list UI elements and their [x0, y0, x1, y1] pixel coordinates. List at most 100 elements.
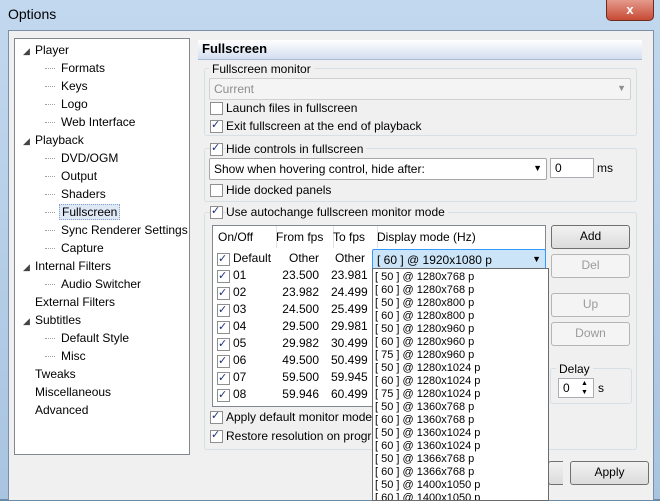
- hide-docked-checkbox[interactable]: [210, 184, 223, 197]
- tree-item-capture[interactable]: Capture: [59, 239, 106, 257]
- tree-item-player[interactable]: ◢ Player: [23, 41, 71, 59]
- row-id: 07: [233, 370, 247, 384]
- col-header-to-fps[interactable]: To fps: [328, 226, 378, 248]
- tree-item-label: Internal Filters: [35, 259, 112, 273]
- up-button[interactable]: Up: [551, 293, 630, 317]
- row-id: 08: [233, 387, 247, 401]
- window-title: Options: [8, 6, 57, 22]
- hide-mode-select[interactable]: Show when hovering control, hide after: …: [209, 158, 547, 180]
- tree-item-label: Advanced: [35, 403, 89, 417]
- tree-item-advanced[interactable]: ▷Advanced: [23, 401, 90, 419]
- page-title: Fullscreen: [202, 41, 268, 56]
- tree-item-fullscreen[interactable]: Fullscreen: [59, 203, 121, 221]
- tree-item-default-style[interactable]: Default Style: [59, 329, 131, 347]
- monitor-select-value: Current: [214, 82, 255, 96]
- dropdown-option[interactable]: [ 60 ] @ 1280x800 p: [375, 310, 474, 322]
- tree-item-shaders[interactable]: Shaders: [59, 185, 108, 203]
- apply-default-checkbox[interactable]: [210, 409, 223, 424]
- dropdown-option[interactable]: [ 60 ] @ 1280x768 p: [375, 284, 474, 296]
- expanded-arrow-icon[interactable]: ◢: [23, 42, 33, 60]
- expanded-arrow-icon[interactable]: ◢: [23, 132, 33, 150]
- dropdown-option[interactable]: [ 50 ] @ 1280x960 p: [375, 323, 474, 335]
- down-button[interactable]: Down: [551, 322, 630, 346]
- dropdown-option[interactable]: [ 75 ] @ 1280x1024 p: [375, 388, 480, 400]
- exit-fullscreen-label: Exit fullscreen at the end of playback: [226, 119, 422, 133]
- expanded-arrow-icon[interactable]: ◢: [23, 312, 33, 330]
- col-header-from-fps[interactable]: From fps: [271, 226, 334, 248]
- delay-input[interactable]: 0 ▲ ▼: [558, 378, 594, 398]
- tree-item-misc[interactable]: Misc: [59, 347, 88, 365]
- row-from: 23.982: [282, 285, 319, 299]
- row-enabled-checkbox[interactable]: [217, 353, 230, 370]
- options-tree[interactable]: ◢ Player Formats Keys Logo Web Interface ◢ Play…: [14, 38, 190, 455]
- autochange-checkbox[interactable]: [210, 204, 223, 219]
- row-enabled-checkbox[interactable]: [217, 370, 230, 387]
- tree-item-output[interactable]: Output: [59, 167, 99, 185]
- row-enabled-checkbox[interactable]: [217, 251, 230, 268]
- tree-item-subtitles[interactable]: ◢ Subtitles: [23, 311, 83, 329]
- del-button[interactable]: Del: [551, 254, 630, 278]
- row-to: 23.981: [331, 268, 368, 282]
- dropdown-option[interactable]: [ 50 ] @ 1400x1050 p: [375, 479, 480, 491]
- add-button[interactable]: Add: [551, 225, 630, 249]
- tree-connector: [45, 86, 55, 87]
- row-to: 60.499: [331, 387, 368, 401]
- dropdown-option[interactable]: [ 50 ] @ 1360x1024 p: [375, 427, 480, 439]
- dropdown-option[interactable]: [ 50 ] @ 1280x800 p: [375, 297, 474, 309]
- dropdown-option[interactable]: [ 60 ] @ 1280x1024 p: [375, 375, 480, 387]
- close-button[interactable]: x: [606, 0, 654, 21]
- tree-item-tweaks[interactable]: ▷Tweaks: [23, 365, 78, 383]
- row-enabled-checkbox[interactable]: [217, 319, 230, 336]
- dropdown-option[interactable]: [ 60 ] @ 1360x1024 p: [375, 440, 480, 452]
- exit-fullscreen-checkbox[interactable]: [210, 118, 223, 133]
- tree-item-dvd-ogm[interactable]: DVD/OGM: [59, 149, 120, 167]
- dropdown-option[interactable]: [ 60 ] @ 1280x960 p: [375, 336, 474, 348]
- tree-item-sync-renderer-settings[interactable]: Sync Renderer Settings: [59, 221, 190, 239]
- tree-item-web-interface[interactable]: Web Interface: [59, 113, 137, 131]
- dropdown-option[interactable]: [ 50 ] @ 1360x768 p: [375, 401, 474, 413]
- row-from: 59.500: [282, 370, 319, 384]
- tree-item-label: Playback: [35, 133, 84, 147]
- spin-arrows-icon[interactable]: ▲ ▼: [581, 379, 588, 397]
- tree-item-audio-switcher[interactable]: Audio Switcher: [59, 275, 143, 293]
- display-mode-dropdown-list[interactable]: [ 50 ] @ 1280x768 p[ 60 ] @ 1280x768 p[ …: [372, 268, 549, 501]
- row-enabled-checkbox[interactable]: [217, 387, 230, 404]
- dropdown-option[interactable]: [ 75 ] @ 1280x960 p: [375, 349, 474, 361]
- launch-fullscreen-checkbox[interactable]: [210, 102, 223, 115]
- hide-controls-checkbox[interactable]: [210, 141, 223, 156]
- ok-button[interactable]: [548, 461, 563, 485]
- tree-item-formats[interactable]: Formats: [59, 59, 107, 77]
- seconds-unit-label: s: [598, 381, 604, 395]
- tree-item-keys[interactable]: Keys: [59, 77, 90, 95]
- tree-item-label: Audio Switcher: [61, 277, 142, 291]
- row-enabled-checkbox[interactable]: [217, 268, 230, 285]
- monitor-select[interactable]: Current ▼: [209, 78, 631, 100]
- col-header-onoff[interactable]: On/Off: [213, 226, 277, 248]
- tree-item-playback[interactable]: ◢ Playback: [23, 131, 86, 149]
- tree-item-external-filters[interactable]: ▷External Filters: [23, 293, 117, 311]
- ms-unit-label: ms: [597, 161, 613, 175]
- dropdown-option[interactable]: [ 60 ] @ 1360x768 p: [375, 414, 474, 426]
- dropdown-option[interactable]: [ 50 ] @ 1366x768 p: [375, 453, 474, 465]
- restore-resolution-checkbox[interactable]: [210, 428, 223, 443]
- dropdown-option[interactable]: [ 50 ] @ 1280x768 p: [375, 271, 474, 283]
- row-enabled-checkbox[interactable]: [217, 336, 230, 353]
- dropdown-option[interactable]: [ 50 ] @ 1280x1024 p: [375, 362, 480, 374]
- expanded-arrow-icon[interactable]: ◢: [23, 258, 33, 276]
- apply-button[interactable]: Apply: [570, 461, 649, 485]
- tree-connector: [45, 158, 55, 159]
- tree-item-internal-filters[interactable]: ◢ Internal Filters: [23, 257, 113, 275]
- page-header: Fullscreen: [198, 40, 642, 60]
- dropdown-option[interactable]: [ 60 ] @ 1366x768 p: [375, 466, 474, 478]
- tree-item-logo[interactable]: Logo: [59, 95, 90, 113]
- row-enabled-checkbox[interactable]: [217, 302, 230, 319]
- row-id: 02: [233, 285, 247, 299]
- dropdown-option[interactable]: [ 60 ] @ 1400x1050 p: [375, 492, 480, 500]
- hide-delay-ms-input[interactable]: 0: [550, 158, 594, 178]
- row-id: Default: [233, 251, 272, 265]
- col-header-display-mode[interactable]: Display mode (Hz): [372, 226, 545, 248]
- row-from: 29.982: [282, 336, 319, 350]
- row-enabled-checkbox[interactable]: [217, 285, 230, 302]
- tree-item-miscellaneous[interactable]: ▷Miscellaneous: [23, 383, 113, 401]
- tree-item-label: Output: [61, 169, 98, 183]
